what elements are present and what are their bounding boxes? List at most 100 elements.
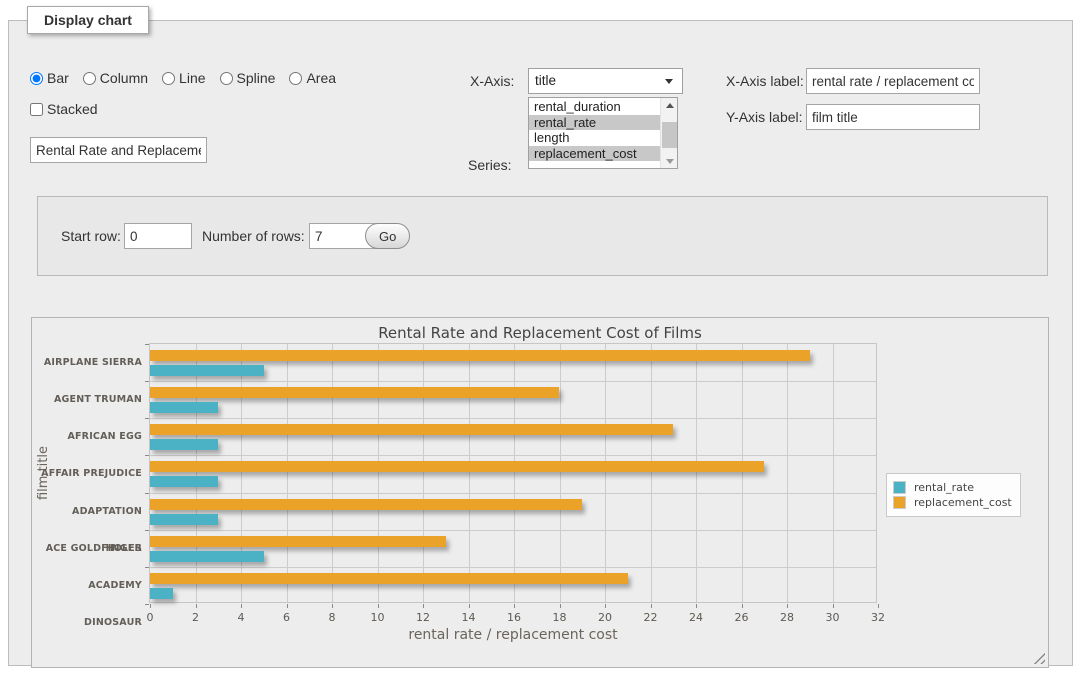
- y-axis-tick: [145, 455, 149, 456]
- radio-column-label: Column: [100, 70, 148, 86]
- radio-spline[interactable]: Spline: [220, 70, 276, 86]
- y-axis-tick: [145, 604, 149, 605]
- series-option-rental-rate[interactable]: rental_rate: [529, 115, 660, 131]
- x-axis-tick: [878, 604, 879, 608]
- chart-type-radio-group: Bar Column Line Spline Area: [30, 70, 350, 86]
- gridline-horizontal: [150, 381, 876, 382]
- x-axis-tick: [651, 604, 652, 608]
- radio-bar-input[interactable]: [30, 72, 43, 85]
- y-axis-label-caption: Y-Axis label:: [726, 104, 803, 130]
- x-axis-tick-label: 30: [826, 611, 840, 624]
- x-axis-tick-label: 22: [644, 611, 658, 624]
- x-axis-tick-label: 14: [462, 611, 476, 624]
- panel-title: Display chart: [27, 6, 149, 34]
- category-label: AFFAIR PREJUDICE: [38, 455, 142, 492]
- radio-area[interactable]: Area: [289, 70, 336, 86]
- x-axis-label-input[interactable]: [806, 68, 980, 94]
- series-listbox[interactable]: rental_duration rental_rate length repla…: [528, 97, 678, 169]
- chart-container: Rental Rate and Replacement Cost of Film…: [31, 317, 1049, 668]
- legend-label: replacement_cost: [914, 496, 1012, 509]
- y-axis-tick: [145, 530, 149, 531]
- chart-x-axis-title: rental rate / replacement cost: [149, 627, 877, 643]
- radio-column[interactable]: Column: [83, 70, 148, 86]
- scroll-up-button[interactable]: [662, 98, 677, 112]
- display-chart-panel: Display chart Bar Column Line Spline Area St…: [8, 6, 1073, 666]
- gridline-vertical: [514, 344, 515, 602]
- category-label: AGENT TRUMAN: [38, 381, 142, 418]
- x-axis-tick-label: 18: [553, 611, 567, 624]
- y-axis-tick: [145, 567, 149, 568]
- category-label: ACADEMY DINOSAUR: [38, 567, 142, 604]
- gridline-vertical: [332, 344, 333, 602]
- category-label: ADAPTATION HOLES: [38, 493, 142, 530]
- gridline-horizontal: [150, 455, 876, 456]
- start-row-input[interactable]: [124, 223, 192, 249]
- x-axis-select-label: X-Axis:: [470, 68, 514, 94]
- series-scrollbar[interactable]: [660, 98, 677, 168]
- category-label: AIRPLANE SIERRA: [38, 344, 142, 381]
- bar-rental_rate: [150, 402, 218, 413]
- chart-legend: rental_ratereplacement_cost: [886, 473, 1021, 517]
- bar-rental_rate: [150, 365, 264, 376]
- chart-title-input[interactable]: [30, 137, 207, 163]
- radio-line-input[interactable]: [162, 72, 175, 85]
- y-axis-tick: [145, 381, 149, 382]
- x-axis-tick: [605, 604, 606, 608]
- resize-grip-icon[interactable]: [1033, 652, 1045, 664]
- x-axis-select[interactable]: title: [528, 68, 683, 94]
- radio-line[interactable]: Line: [162, 70, 205, 86]
- x-axis-tick-label: 10: [371, 611, 385, 624]
- gridline-vertical: [560, 344, 561, 602]
- series-option-length[interactable]: length: [529, 130, 660, 146]
- series-options: rental_duration rental_rate length repla…: [529, 99, 660, 161]
- radio-area-input[interactable]: [289, 72, 302, 85]
- gridline-horizontal: [150, 530, 876, 531]
- radio-spline-label: Spline: [237, 70, 276, 86]
- radio-bar-label: Bar: [47, 70, 69, 86]
- legend-swatch-replacement_cost: [893, 496, 906, 509]
- x-axis-tick-label: 8: [329, 611, 336, 624]
- x-axis-tick-label: 16: [507, 611, 521, 624]
- x-axis-selected-value: title: [535, 73, 556, 88]
- y-axis-tick: [145, 418, 149, 419]
- series-option-replacement-cost[interactable]: replacement_cost: [529, 146, 660, 162]
- scroll-down-button[interactable]: [662, 154, 677, 168]
- stacked-label: Stacked: [47, 101, 98, 117]
- y-axis-tick: [145, 493, 149, 494]
- x-axis-tick-label: 2: [192, 611, 199, 624]
- gridline-vertical: [651, 344, 652, 602]
- radio-spline-input[interactable]: [220, 72, 233, 85]
- gridline-vertical: [196, 344, 197, 602]
- row-range-form: Start row: Number of rows: Go: [37, 196, 1048, 276]
- x-axis-tick: [241, 604, 242, 608]
- x-axis-tick: [378, 604, 379, 608]
- x-axis-tick: [150, 604, 151, 608]
- x-axis-tick: [469, 604, 470, 608]
- bar-rental_rate: [150, 551, 264, 562]
- bar-replacement_cost: [150, 424, 673, 435]
- x-axis-tick-label: 26: [735, 611, 749, 624]
- scrollbar-thumb[interactable]: [662, 122, 677, 148]
- x-axis-tick: [332, 604, 333, 608]
- y-axis-label-input[interactable]: [806, 104, 980, 130]
- gridline-vertical: [423, 344, 424, 602]
- series-option-rental-duration[interactable]: rental_duration: [529, 99, 660, 115]
- x-axis-tick-label: 28: [780, 611, 794, 624]
- radio-column-input[interactable]: [83, 72, 96, 85]
- legend-swatch-rental_rate: [893, 481, 906, 494]
- x-axis-tick: [287, 604, 288, 608]
- x-axis-tick: [560, 604, 561, 608]
- x-axis-tick: [514, 604, 515, 608]
- radio-bar[interactable]: Bar: [30, 70, 69, 86]
- gridline-horizontal: [150, 493, 876, 494]
- x-axis-tick: [696, 604, 697, 608]
- scroll-down-icon: [666, 159, 674, 164]
- gridline-vertical: [742, 344, 743, 602]
- go-button[interactable]: Go: [365, 223, 410, 249]
- num-rows-label: Number of rows:: [202, 223, 305, 249]
- stacked-checkbox-input[interactable]: [30, 103, 43, 116]
- chart-title: Rental Rate and Replacement Cost of Film…: [32, 324, 1048, 342]
- stacked-checkbox[interactable]: Stacked: [30, 101, 98, 117]
- gridline-vertical: [241, 344, 242, 602]
- scroll-up-icon: [666, 103, 674, 108]
